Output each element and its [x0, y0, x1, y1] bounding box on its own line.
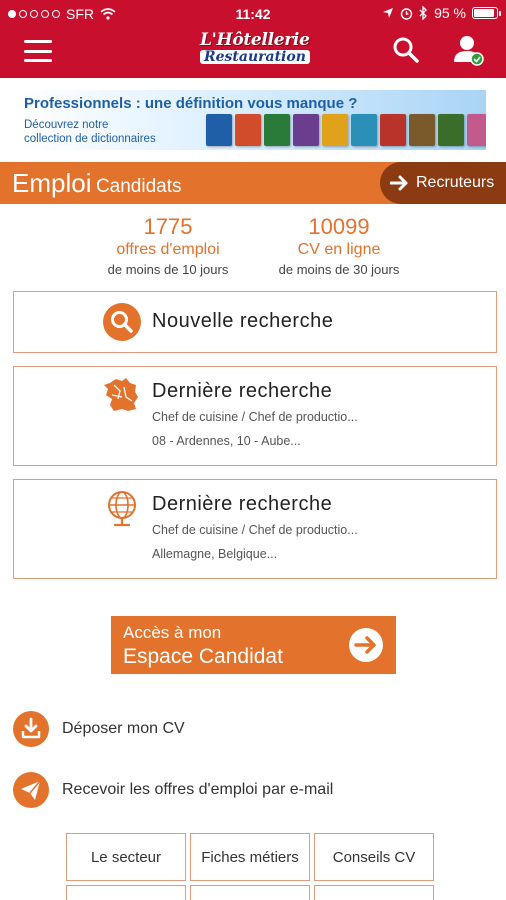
app-logo[interactable]: L'Hôtellerie Restauration	[200, 30, 310, 70]
job-alerts-label: Recevoir les offres d'emploi par e-mail	[62, 781, 334, 798]
job-offers-stat[interactable]: 1775 offres d'emploi de moins de 10 jour…	[68, 214, 268, 280]
france-map-icon	[104, 378, 138, 411]
battery-icon	[472, 7, 501, 19]
grid-item-le-secteur[interactable]: Le secteur	[66, 833, 186, 881]
battery-level	[474, 9, 494, 17]
grid-item[interactable]	[190, 885, 310, 900]
last-search-card[interactable]: Dernière recherche Chef de cuisine / Che…	[13, 479, 497, 579]
section-header: Emploi Candidats Recruteurs	[0, 162, 506, 204]
arrow-right-icon	[349, 628, 383, 662]
last-search-places: Allemagne, Belgique...	[152, 547, 278, 561]
dictionary-book	[467, 114, 486, 146]
dictionary-book	[264, 114, 290, 146]
new-search-card[interactable]: Nouvelle recherche	[13, 291, 497, 353]
deposit-cv-link[interactable]: Déposer mon CV	[12, 710, 492, 748]
espace-candidat-button[interactable]: Accès à mon Espace Candidat	[111, 616, 396, 674]
hamburger-icon-bar	[24, 40, 52, 43]
dictionary-book	[438, 114, 464, 146]
banner-subtitle-line-1: Découvrez notre	[24, 119, 109, 131]
job-offers-count: 1775	[143, 214, 193, 239]
location-arrow-icon	[383, 8, 394, 18]
last-search-card[interactable]: Dernière recherche Chef de cuisine / Che…	[13, 366, 497, 466]
alarm-icon	[400, 7, 413, 20]
cv-online-count: 10099	[308, 214, 370, 239]
arrow-right-icon	[390, 175, 408, 191]
section-title-sub: Candidats	[95, 176, 182, 197]
banner-subtitle: Découvrez notre collection de dictionnai…	[24, 118, 156, 146]
dictionary-book	[351, 114, 377, 146]
banner-headline: Professionnels : une définition vous man…	[24, 95, 358, 112]
bluetooth-icon	[419, 6, 427, 20]
job-offers-label: offres d'emploi	[116, 241, 220, 258]
hamburger-icon-bar	[24, 49, 52, 53]
logo-line-1: L'Hôtellerie	[200, 30, 310, 50]
last-search-title: Dernière recherche	[152, 493, 333, 515]
dictionary-book	[235, 114, 261, 146]
cv-online-stat[interactable]: 10099 CV en ligne de moins de 30 jours	[239, 214, 439, 280]
recruteurs-label: Recruteurs	[416, 174, 495, 191]
battery-percent: 95 %	[434, 5, 466, 21]
paper-plane-icon	[13, 772, 49, 808]
dictionary-book	[409, 114, 435, 146]
grid-item[interactable]	[66, 885, 186, 900]
cv-online-label: CV en ligne	[297, 241, 381, 258]
dictionary-book	[206, 114, 232, 146]
job-offers-period: de moins de 10 jours	[107, 262, 229, 277]
status-bar: SFR 11:42 95 %	[0, 0, 506, 28]
globe-icon	[108, 491, 136, 527]
section-title: Emploi Candidats	[12, 168, 182, 199]
section-title-main: Emploi	[12, 168, 92, 198]
cv-online-period: de moins de 30 jours	[278, 262, 400, 277]
search-icon	[103, 303, 141, 341]
new-search-label: Nouvelle recherche	[152, 310, 334, 332]
last-search-jobs: Chef de cuisine / Chef de productio...	[152, 410, 358, 424]
menu-button[interactable]	[24, 40, 52, 62]
last-search-title: Dernière recherche	[152, 380, 333, 402]
app-header: SFR 11:42 95 % L'Hôtellerie Restauration	[0, 0, 506, 78]
search-icon[interactable]	[392, 36, 420, 64]
last-search-jobs: Chef de cuisine / Chef de productio...	[152, 523, 358, 537]
user-icon[interactable]	[452, 34, 484, 66]
dictionary-book	[293, 114, 319, 146]
dictionary-book	[322, 114, 348, 146]
grid-item-conseils-cv[interactable]: Conseils CV	[314, 833, 434, 881]
status-right: 95 %	[382, 5, 501, 21]
dictionary-banner[interactable]: Professionnels : une définition vous man…	[18, 90, 486, 150]
dictionary-book	[380, 114, 406, 146]
cta-line-1: Accès à mon	[123, 623, 222, 642]
grid-item[interactable]	[314, 885, 434, 900]
last-search-places: 08 - Ardennes, 10 - Aube...	[152, 434, 301, 448]
dictionary-books	[206, 114, 486, 146]
banner-subtitle-line-2: collection de dictionnaires	[24, 133, 156, 145]
job-alerts-link[interactable]: Recevoir les offres d'emploi par e-mail	[12, 771, 492, 809]
logo-line-2: Restauration	[200, 50, 310, 64]
recruteurs-button[interactable]: Recruteurs	[380, 162, 506, 204]
deposit-cv-label: Déposer mon CV	[62, 720, 185, 737]
hamburger-icon-bar	[24, 59, 52, 62]
grid-item-fiches-metiers[interactable]: Fiches métiers	[190, 833, 310, 881]
cta-line-2: Espace Candidat	[123, 645, 283, 668]
download-icon	[13, 711, 49, 747]
